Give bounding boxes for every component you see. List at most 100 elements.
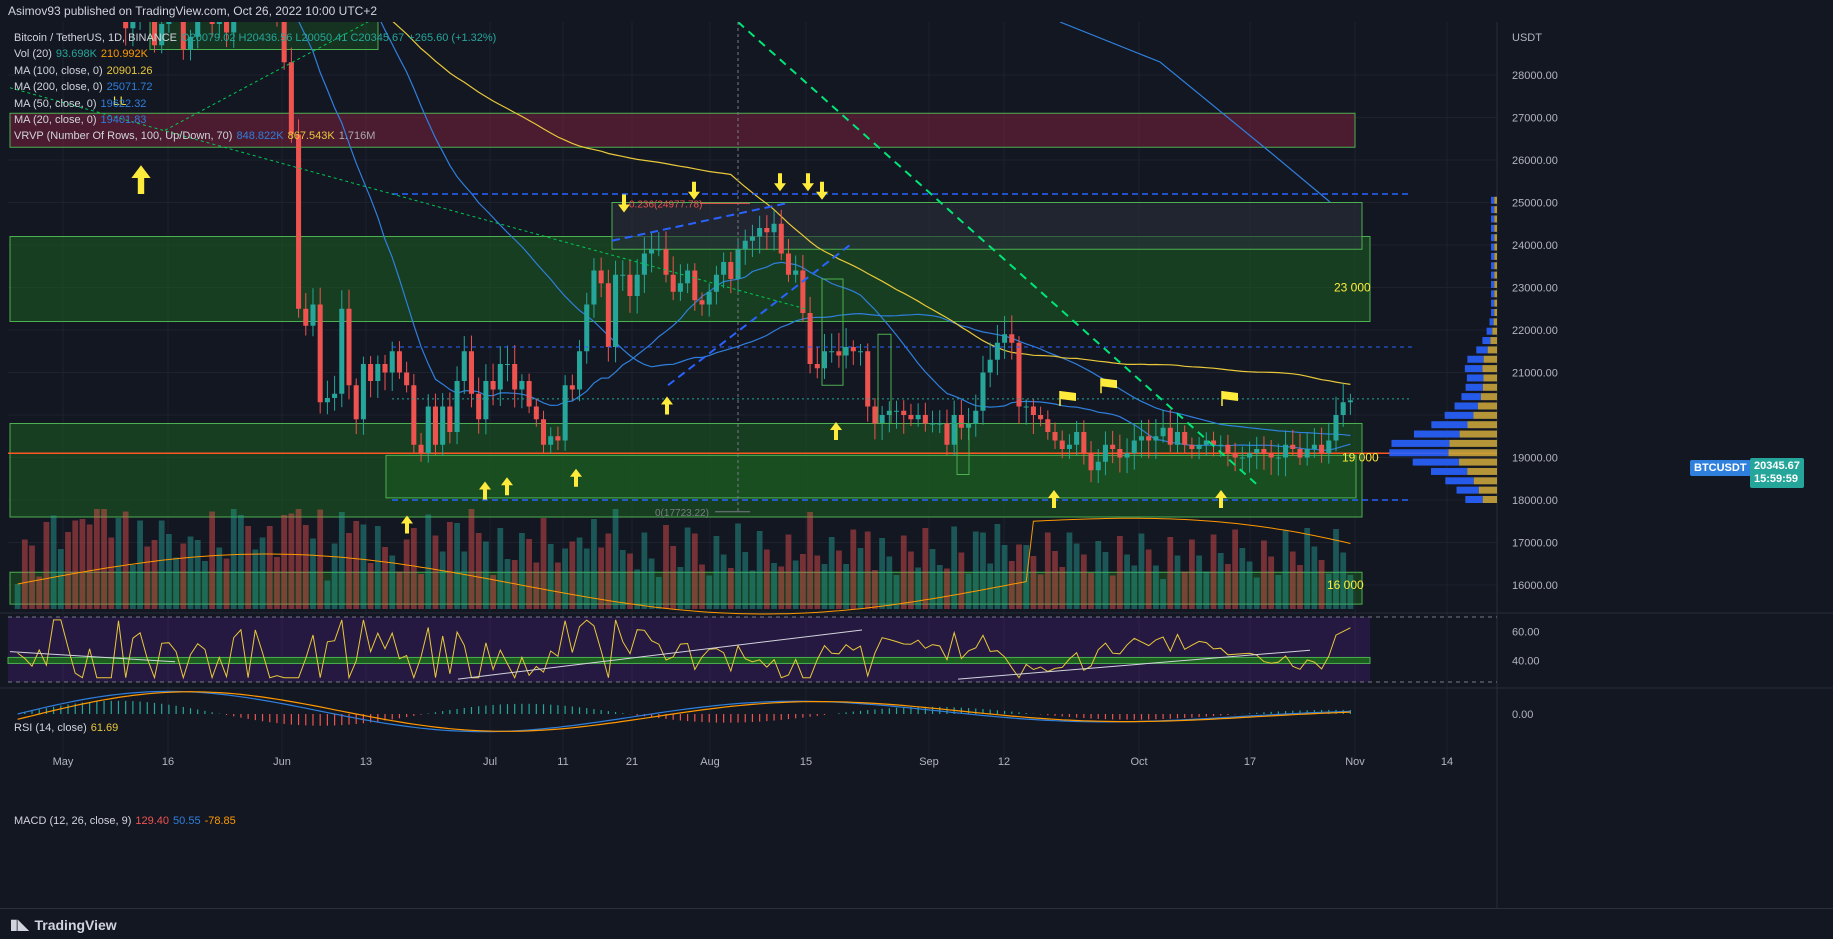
legend-ma100-row: MA (100, close, 0) 20901.26 bbox=[14, 63, 500, 79]
candle-body bbox=[1117, 449, 1123, 458]
candle-body bbox=[706, 291, 712, 305]
volume-bar bbox=[1023, 545, 1030, 609]
volume-bar bbox=[756, 531, 763, 609]
volume-bar bbox=[65, 532, 71, 609]
price-chart[interactable]: 28000.00 27000.00 26000.00 25000.00 24000.00… bbox=[0, 22, 1833, 908]
volume-bar bbox=[1001, 545, 1008, 609]
volume-bar bbox=[1203, 571, 1210, 609]
volume-bar bbox=[886, 556, 893, 609]
vrvp-up-bar bbox=[1431, 467, 1468, 475]
volume-bar bbox=[605, 533, 612, 609]
volume-bar bbox=[79, 519, 86, 609]
vrvp-down-bar bbox=[1482, 383, 1497, 391]
vrvp-down-bar bbox=[1459, 430, 1497, 438]
tradingview-brand: TradingView bbox=[34, 916, 117, 933]
vrvp-up-bar bbox=[1491, 206, 1495, 214]
countdown: 15:59:59 bbox=[1754, 473, 1799, 485]
rsi-pane bbox=[7, 616, 1497, 683]
vrvp-down-bar bbox=[1494, 196, 1497, 204]
vrvp-up-bar bbox=[1491, 196, 1495, 204]
vrvp-down-bar bbox=[1483, 355, 1497, 363]
candle-body bbox=[555, 436, 561, 441]
currency-label: USDT bbox=[1512, 32, 1542, 44]
vrvp-up-bar bbox=[1491, 309, 1495, 316]
vrvp-up-bar bbox=[1491, 290, 1495, 298]
current-symbol: BTCUSDT bbox=[1694, 462, 1747, 474]
vrvp-up-bar bbox=[1486, 327, 1493, 335]
level-19000-label: 19 000 bbox=[1342, 451, 1379, 465]
vrvp-down-bar bbox=[1494, 309, 1497, 316]
volume-bar bbox=[987, 563, 994, 609]
candle-body bbox=[1009, 334, 1015, 343]
candle-body bbox=[454, 381, 460, 432]
candle-body bbox=[440, 406, 446, 445]
volume-bar bbox=[1232, 529, 1239, 609]
vrvp-up-bar bbox=[1491, 262, 1495, 270]
vrvp-down-bar bbox=[1448, 449, 1497, 457]
volume-bar bbox=[1196, 555, 1202, 609]
volume-bar bbox=[562, 548, 569, 609]
vrvp-down-bar bbox=[1483, 374, 1497, 382]
volume-bar bbox=[785, 534, 792, 609]
candle-body bbox=[829, 351, 835, 353]
vrvp-up-bar bbox=[1454, 402, 1478, 410]
volume-bar bbox=[648, 558, 655, 609]
candle-body bbox=[346, 308, 352, 386]
candle-body bbox=[1038, 415, 1044, 420]
candle-body bbox=[613, 274, 619, 347]
volume-bar bbox=[101, 509, 107, 609]
volume-bar bbox=[439, 551, 446, 609]
volume-bar bbox=[1088, 573, 1094, 609]
price-tick-label: 27000.00 bbox=[1512, 113, 1558, 125]
candle-body bbox=[483, 381, 489, 420]
volume-bar bbox=[497, 528, 504, 609]
volume-bar bbox=[843, 564, 849, 609]
volume-bar bbox=[72, 520, 79, 609]
candle-body bbox=[793, 270, 799, 275]
volume-bar bbox=[699, 564, 705, 609]
volume-bar bbox=[1037, 574, 1044, 609]
tradingview-logo-icon: ▮◣ bbox=[10, 916, 29, 932]
candle-body bbox=[1232, 453, 1238, 458]
time-tick-label: Jul bbox=[483, 756, 497, 768]
volume-bar bbox=[396, 571, 403, 609]
vrvp-up-bar bbox=[1464, 365, 1483, 373]
vrvp-down-bar bbox=[1449, 439, 1497, 447]
price-tick-label: 28000.00 bbox=[1512, 70, 1558, 82]
volume-bar bbox=[706, 575, 713, 609]
volume-bar bbox=[655, 577, 662, 609]
candle-body bbox=[908, 415, 914, 420]
candle-body bbox=[807, 313, 813, 364]
candle-body bbox=[209, 22, 215, 24]
vrvp-down-bar bbox=[1493, 318, 1497, 326]
candle-body bbox=[382, 364, 388, 373]
candle-body bbox=[476, 393, 482, 420]
macd-legend-v1: 129.40 bbox=[135, 815, 170, 827]
candle-body bbox=[627, 274, 633, 296]
volume-bar bbox=[1225, 564, 1231, 609]
chart-legend: Bitcoin / TetherUS, 1D, BINANCE O20079.02… bbox=[14, 30, 500, 145]
candle-body bbox=[901, 410, 907, 415]
time-tick-label: 16 bbox=[162, 756, 174, 768]
candle-body bbox=[663, 249, 669, 275]
volume-bar bbox=[353, 521, 360, 609]
candle-body bbox=[368, 364, 374, 381]
candle-body bbox=[490, 381, 496, 390]
tradingview-logo[interactable]: ▮◣ TradingView bbox=[10, 916, 117, 933]
candle-body bbox=[569, 385, 575, 390]
candle-body bbox=[1167, 427, 1173, 445]
candle-body bbox=[1304, 449, 1310, 458]
candle-body bbox=[404, 372, 410, 386]
time-tick-label: 13 bbox=[360, 756, 372, 768]
price-tick-label: 26000.00 bbox=[1512, 155, 1558, 167]
volume-bar bbox=[864, 531, 871, 609]
vrvp-up-bar bbox=[1412, 458, 1460, 466]
candle-body bbox=[821, 351, 828, 369]
legend-vrvp-v2: 867.543K bbox=[287, 130, 335, 143]
candle-body bbox=[980, 372, 986, 411]
candle-body bbox=[548, 436, 554, 445]
volume-bar bbox=[1246, 561, 1253, 609]
candle-body bbox=[432, 406, 438, 445]
candle-body bbox=[591, 270, 597, 305]
volume-bar bbox=[504, 559, 511, 609]
